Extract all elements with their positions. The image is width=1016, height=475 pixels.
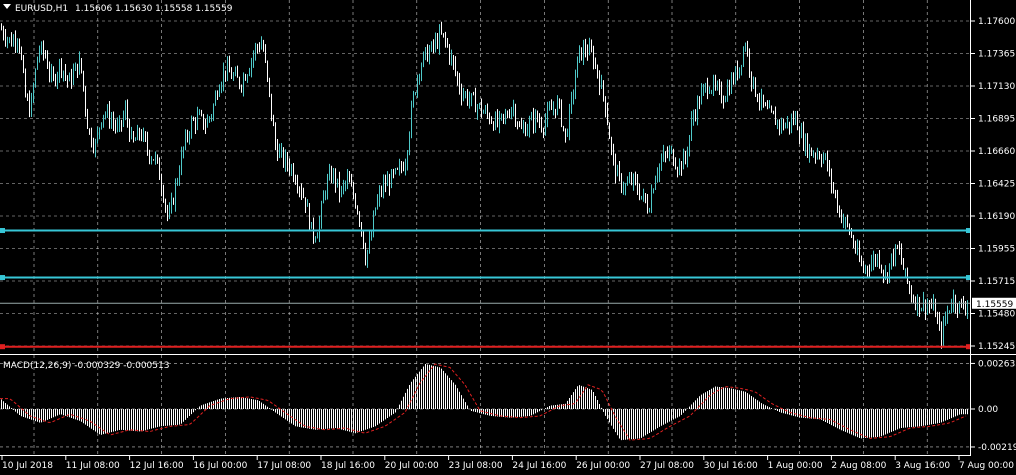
time-tick-label: 16 Jul 00:00 xyxy=(193,461,247,471)
hline-3-handle[interactable] xyxy=(0,344,5,350)
price-tick-label: 1.15715 xyxy=(978,277,1015,287)
price-tick-label: 1.16425 xyxy=(978,180,1015,190)
trading-terminal[interactable]: 1.17600 1.17365 1.17130 1.16895 1.16660 1.164… xyxy=(0,0,1016,475)
macd-tick-label: 0.00 xyxy=(978,405,998,415)
price-tick-label: 1.16660 xyxy=(978,147,1015,157)
symbol-label: EURUSD,H1 xyxy=(15,4,68,14)
time-tick-label: 17 Jul 08:00 xyxy=(257,461,311,471)
time-tick-label: 12 Jul 16:00 xyxy=(130,461,184,471)
bid-price-tag: 1.15559 xyxy=(972,297,1016,310)
price-tick-label: 1.15245 xyxy=(978,342,1015,352)
price-tick-label: 1.17365 xyxy=(978,50,1015,60)
chart-header: EURUSD,H1 1.15606 1.15630 1.15558 1.1555… xyxy=(3,4,233,14)
price-tick-label: 1.16895 xyxy=(978,115,1015,125)
hline-1-handle[interactable] xyxy=(0,228,5,234)
macd-tick-label: -0.002194 xyxy=(978,443,1016,453)
price-tick-label: 1.17130 xyxy=(978,82,1015,92)
time-tick-label: 30 Jul 16:00 xyxy=(704,461,758,471)
time-tick-label: 3 Aug 16:00 xyxy=(895,461,950,471)
ohlc-values: 1.15606 1.15630 1.15558 1.15559 xyxy=(75,4,233,14)
price-tick-label: 1.15955 xyxy=(978,245,1015,255)
time-tick-label: 10 Jul 2018 xyxy=(2,461,53,471)
time-tick-label: 26 Jul 00:00 xyxy=(576,461,630,471)
time-tick-label: 24 Jul 16:00 xyxy=(512,461,566,471)
time-tick-label: 1 Aug 00:00 xyxy=(768,461,823,471)
time-tick-label: 23 Jul 08:00 xyxy=(449,461,503,471)
macd-label: MACD(12,26,9) -0.000329 -0.000513 xyxy=(3,361,169,371)
time-tick-label: 20 Jul 00:00 xyxy=(385,461,439,471)
bid-price-label: 1.15559 xyxy=(976,300,1013,310)
time-tick-label: 2 Aug 08:00 xyxy=(831,461,886,471)
time-tick-label: 11 Jul 08:00 xyxy=(66,461,120,471)
time-tick-label: 27 Jul 08:00 xyxy=(640,461,694,471)
price-tick-label: 1.15480 xyxy=(978,310,1015,320)
macd-tick-label: 0.002633 xyxy=(978,359,1016,369)
time-tick-label: 18 Jul 16:00 xyxy=(321,461,375,471)
time-tick-label: 7 Aug 00:00 xyxy=(959,461,1014,471)
price-tick-label: 1.17600 xyxy=(978,17,1015,27)
price-tick-label: 1.16190 xyxy=(978,212,1015,222)
hline-2-handle[interactable] xyxy=(0,275,5,281)
